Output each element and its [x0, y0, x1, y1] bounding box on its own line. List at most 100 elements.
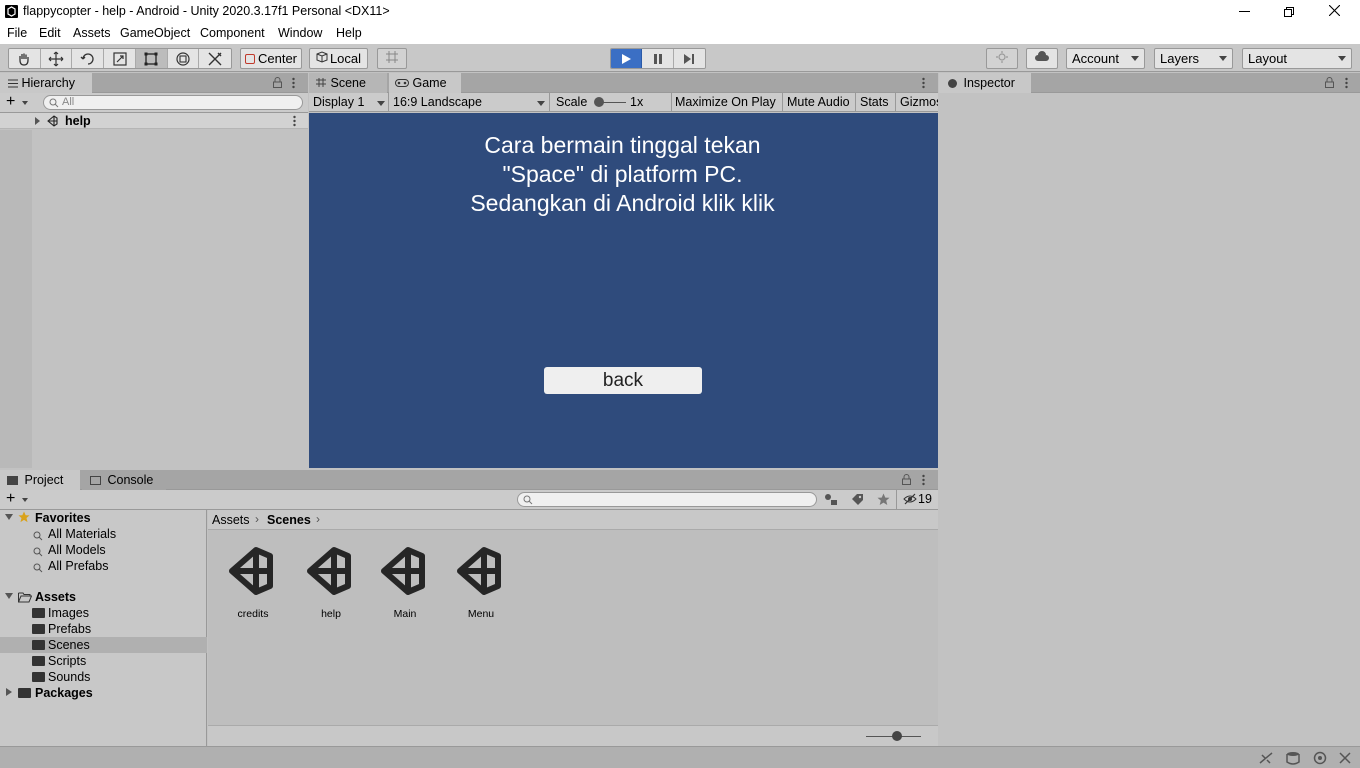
- menu-file[interactable]: File: [7, 25, 27, 41]
- favorites-row[interactable]: Favorites: [0, 510, 207, 526]
- layers-label: Layers: [1160, 51, 1200, 66]
- gizmos-toggle[interactable]: Gizmos: [896, 93, 938, 112]
- back-button[interactable]: back: [544, 367, 702, 394]
- asset-tile-menu[interactable]: Menu: [450, 546, 512, 626]
- asset-tile-main[interactable]: Main: [374, 546, 436, 626]
- tab-console[interactable]: Console: [82, 470, 166, 490]
- cloud-icon: [1034, 51, 1050, 66]
- more-options-icon[interactable]: [293, 115, 296, 130]
- mute-audio-toggle[interactable]: Mute Audio: [783, 93, 856, 112]
- tab-hierarchy[interactable]: Hierarchy: [0, 73, 92, 93]
- folder-icon: [32, 624, 45, 634]
- rotate-tool-icon[interactable]: [72, 49, 105, 68]
- project-search-input[interactable]: [517, 492, 817, 507]
- grid-snap-button[interactable]: [377, 48, 407, 69]
- chevron-down-icon[interactable]: [22, 498, 28, 502]
- folder-item-prefabs[interactable]: Prefabs: [0, 621, 207, 637]
- hierarchy-scene-row[interactable]: help: [0, 113, 308, 129]
- icon-size-slider-handle[interactable]: [892, 731, 902, 741]
- restore-icon[interactable]: [1284, 6, 1294, 17]
- pivot-mode-button[interactable]: Center: [240, 48, 302, 69]
- breadcrumb-assets[interactable]: Assets: [212, 513, 250, 527]
- breadcrumb-scenes[interactable]: Scenes: [267, 513, 311, 527]
- display-dropdown[interactable]: Display 1: [309, 93, 389, 112]
- tab-inspector[interactable]: Inspector: [939, 73, 1031, 93]
- menu-edit[interactable]: Edit: [39, 25, 61, 41]
- folder-item-scenes[interactable]: Scenes: [0, 637, 207, 653]
- more-options-icon[interactable]: [292, 77, 295, 89]
- transform-tool-icon[interactable]: [167, 49, 200, 68]
- layout-dropdown[interactable]: Layout: [1242, 48, 1352, 69]
- layers-dropdown[interactable]: Layers: [1154, 48, 1233, 69]
- play-button[interactable]: [611, 49, 643, 68]
- game-view[interactable]: Cara bermain tinggal tekan "Space" di pl…: [309, 113, 938, 468]
- account-dropdown[interactable]: Account: [1066, 48, 1145, 69]
- hand-tool-icon[interactable]: [9, 49, 41, 68]
- cloud-button[interactable]: [1026, 48, 1058, 69]
- maximize-on-play-toggle[interactable]: Maximize On Play: [672, 93, 783, 112]
- chevron-right-icon: ›: [316, 512, 320, 526]
- move-tool-icon[interactable]: [40, 49, 73, 68]
- asset-tile-credits[interactable]: credits: [222, 546, 284, 626]
- scale-tool-icon[interactable]: [104, 49, 136, 68]
- favorite-item-all-models[interactable]: All Models: [0, 542, 207, 558]
- tab-project[interactable]: Project: [0, 470, 80, 490]
- expand-arrow-icon[interactable]: [35, 117, 40, 125]
- more-options-icon[interactable]: [1345, 77, 1348, 92]
- scale-slider-handle[interactable]: [594, 97, 604, 107]
- lock-icon[interactable]: [1325, 77, 1334, 91]
- hidden-count: 19: [918, 492, 932, 506]
- favorite-item-all-materials[interactable]: All Materials: [0, 526, 207, 542]
- debug-mode-icon[interactable]: [1313, 751, 1327, 768]
- label-tag-icon[interactable]: [851, 493, 864, 509]
- favorite-item-all-prefabs[interactable]: All Prefabs: [0, 558, 207, 574]
- custom-tool-icon[interactable]: [199, 49, 231, 68]
- expand-arrow-icon[interactable]: [6, 688, 12, 696]
- close-icon[interactable]: [1328, 4, 1341, 17]
- project-tabstrip: Project Console: [0, 470, 938, 490]
- stats-toggle[interactable]: Stats: [856, 93, 896, 112]
- add-icon[interactable]: +: [6, 491, 15, 507]
- hierarchy-search-input[interactable]: All: [43, 95, 303, 110]
- folder-item-scripts[interactable]: Scripts: [0, 653, 207, 669]
- pivot-icon: [244, 53, 255, 64]
- chevron-down-icon: [537, 101, 545, 106]
- collab-button[interactable]: [986, 48, 1018, 69]
- rect-tool-icon[interactable]: [135, 49, 168, 68]
- menu-gameobject[interactable]: GameObject: [120, 25, 190, 41]
- lock-icon[interactable]: [902, 474, 911, 488]
- auto-generate-lighting-icon[interactable]: [1258, 751, 1274, 768]
- cache-server-icon[interactable]: [1286, 751, 1300, 768]
- menu-help[interactable]: Help: [336, 25, 362, 41]
- more-options-icon[interactable]: [922, 474, 925, 489]
- tab-scene[interactable]: Scene: [309, 73, 387, 93]
- add-icon[interactable]: +: [6, 94, 15, 110]
- folder-item-sounds[interactable]: Sounds: [0, 669, 207, 685]
- assets-row[interactable]: Assets: [0, 589, 207, 605]
- search-icon: [33, 561, 43, 577]
- chevron-down-icon[interactable]: [22, 101, 28, 105]
- tab-game[interactable]: Game: [389, 73, 461, 93]
- hidden-packages-toggle[interactable]: 19: [896, 490, 938, 509]
- step-button[interactable]: [673, 49, 705, 68]
- asset-tile-help[interactable]: help: [300, 546, 362, 626]
- progress-icon[interactable]: [1338, 751, 1352, 768]
- pause-button[interactable]: [642, 49, 674, 68]
- collapse-arrow-icon[interactable]: [5, 593, 13, 599]
- more-options-icon[interactable]: [922, 77, 925, 92]
- collapse-arrow-icon[interactable]: [5, 514, 13, 520]
- packages-row[interactable]: Packages: [0, 685, 207, 701]
- favorites-star-icon: [18, 511, 30, 527]
- favorite-star-icon[interactable]: [877, 493, 890, 509]
- minimize-icon[interactable]: [1239, 11, 1250, 12]
- lock-icon[interactable]: [273, 77, 282, 91]
- menu-assets[interactable]: Assets: [73, 25, 111, 41]
- unity-scene-icon: [304, 546, 354, 599]
- pivot-rotation-button[interactable]: Local: [309, 48, 368, 69]
- account-label: Account: [1072, 51, 1119, 66]
- menu-window[interactable]: Window: [278, 25, 322, 41]
- search-by-type-icon[interactable]: [824, 493, 838, 509]
- aspect-dropdown[interactable]: 16:9 Landscape: [389, 93, 550, 112]
- folder-item-images[interactable]: Images: [0, 605, 207, 621]
- menu-component[interactable]: Component: [200, 25, 265, 41]
